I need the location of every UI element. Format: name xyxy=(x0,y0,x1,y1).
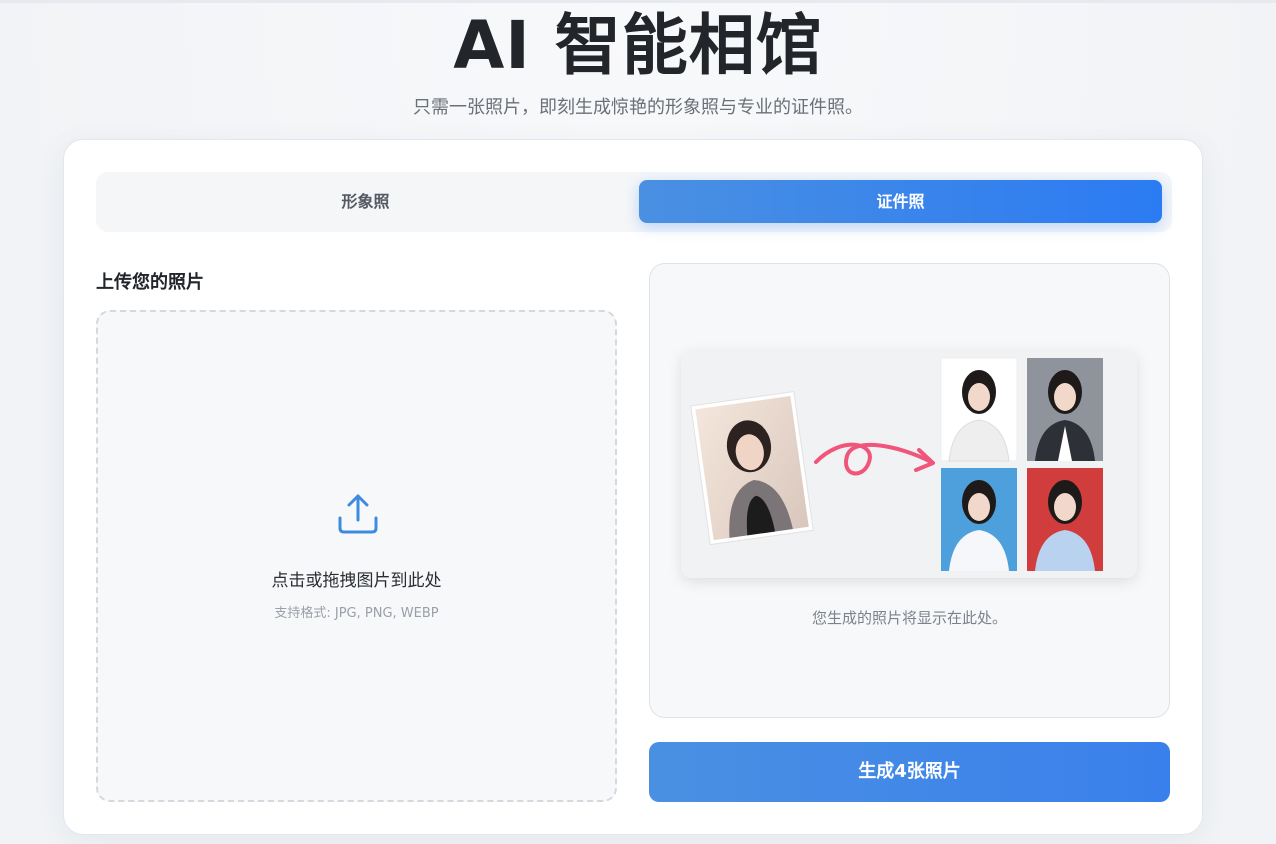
upload-dropzone[interactable]: 点击或拖拽图片到此处 支持格式: JPG, PNG, WEBP xyxy=(96,310,617,802)
id-photo-gray xyxy=(1027,358,1103,461)
id-photo-white xyxy=(940,357,1018,462)
id-photo-red xyxy=(1027,468,1103,571)
main-card: 形象照 证件照 上传您的照片 点击或拖拽图片到此处 支持格式: JPG, PNG… xyxy=(63,139,1203,835)
arrow-icon xyxy=(814,442,935,476)
page-subtitle: 只需一张照片，即刻生成惊艳的形象照与专业的证件照。 xyxy=(413,97,863,118)
top-border xyxy=(0,0,1276,3)
page-title: AI 智能相馆 xyxy=(453,7,823,84)
mode-tabs: 形象照 证件照 xyxy=(96,172,1172,232)
source-photo xyxy=(690,390,814,546)
upload-prompt: 点击或拖拽图片到此处 xyxy=(271,571,442,591)
generate-button[interactable]: 生成4张照片 xyxy=(649,742,1170,802)
sample-illustration xyxy=(681,350,1137,578)
tab-id-photo[interactable]: 证件照 xyxy=(639,180,1162,223)
upload-icon xyxy=(338,494,378,534)
upload-formats: 支持格式: JPG, PNG, WEBP xyxy=(274,606,439,621)
tab-portrait-photo[interactable]: 形象照 xyxy=(104,180,627,223)
sample-illustration-graphic xyxy=(690,357,1103,571)
preview-panel: 您生成的照片将显示在此处。 xyxy=(649,263,1170,718)
upload-section-label: 上传您的照片 xyxy=(96,272,204,293)
id-photo-blue xyxy=(941,468,1017,571)
preview-placeholder-text: 您生成的照片将显示在此处。 xyxy=(811,609,1007,627)
